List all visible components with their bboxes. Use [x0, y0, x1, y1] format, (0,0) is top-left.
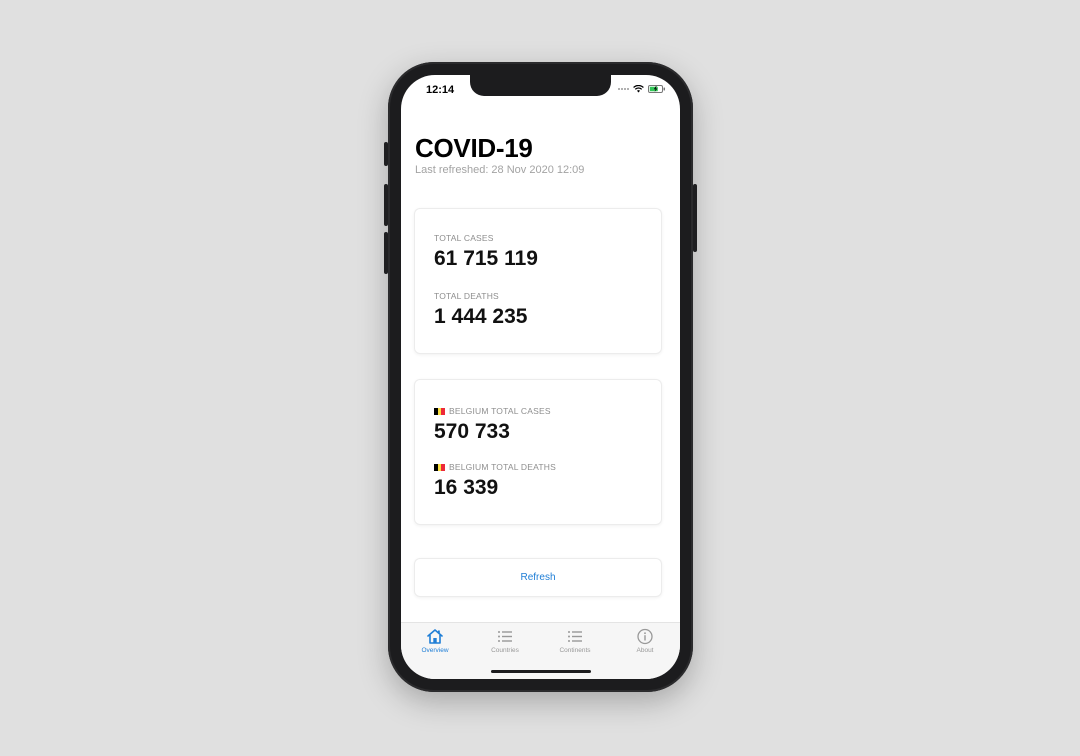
volume-down-button	[384, 232, 388, 274]
tab-overview-label: Overview	[421, 647, 449, 654]
tab-about[interactable]: About	[614, 628, 676, 654]
tab-continents-label: Continents	[559, 647, 591, 654]
tab-countries[interactable]: Countries	[474, 628, 536, 654]
list-icon	[568, 631, 582, 642]
last-refreshed-text: Last refreshed: 28 Nov 2020 12:09	[415, 164, 585, 176]
status-icons	[618, 85, 666, 93]
country-deaths-label-text: BELGIUM TOTAL DEATHS	[449, 462, 556, 472]
total-deaths-value: 1 444 235	[434, 305, 528, 328]
country-stats-card: BELGIUM TOTAL CASES 570 733 BELGIUM TOTA…	[414, 379, 662, 525]
phone-frame: 12:14 COVID-19 Last refreshed: 28 Nov 20…	[384, 62, 697, 692]
belgium-flag-icon	[434, 407, 446, 415]
mute-switch	[384, 142, 388, 166]
tab-countries-label: Countries	[491, 647, 519, 654]
total-deaths-label: TOTAL DEATHS	[434, 291, 499, 301]
info-icon	[637, 628, 653, 645]
country-deaths-value: 16 339	[434, 476, 499, 499]
notch	[470, 75, 611, 96]
home-indicator	[491, 670, 591, 673]
wifi-icon	[633, 85, 644, 93]
tab-continents[interactable]: Continents	[544, 628, 606, 654]
tab-overview[interactable]: Overview	[404, 628, 466, 654]
country-deaths-label: BELGIUM TOTAL DEATHS	[434, 462, 556, 472]
house-icon	[427, 629, 443, 644]
power-button	[693, 184, 697, 252]
screen: 12:14 COVID-19 Last refreshed: 28 Nov 20…	[401, 75, 680, 679]
total-cases-value: 61 715 119	[434, 247, 538, 270]
world-stats-card: TOTAL CASES 61 715 119 TOTAL DEATHS 1 44…	[414, 208, 662, 354]
country-cases-label: BELGIUM TOTAL CASES	[434, 406, 551, 416]
battery-charging-icon	[648, 85, 665, 93]
list-icon	[498, 631, 512, 642]
page-title: COVID-19	[415, 133, 533, 163]
status-time: 12:14	[426, 84, 455, 96]
total-cases-label: TOTAL CASES	[434, 233, 494, 243]
country-cases-value: 570 733	[434, 420, 510, 443]
cellular-signal-icon	[618, 88, 629, 90]
tab-about-label: About	[636, 647, 654, 654]
volume-up-button	[384, 184, 388, 226]
country-cases-label-text: BELGIUM TOTAL CASES	[449, 406, 551, 416]
belgium-flag-icon	[434, 463, 446, 471]
refresh-button[interactable]: Refresh	[414, 558, 662, 597]
